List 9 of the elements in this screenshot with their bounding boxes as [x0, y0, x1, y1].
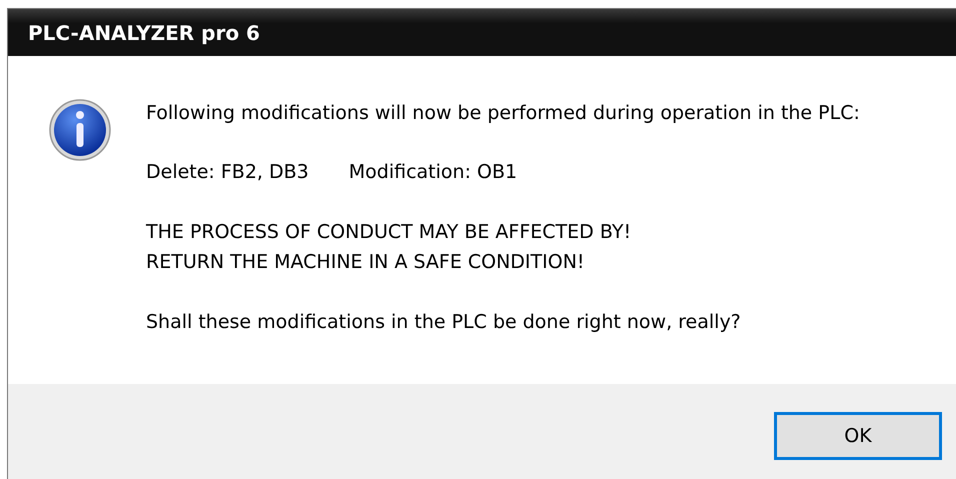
message-text: Following modifications will now be performed during operation in the PLC:	[146, 101, 860, 126]
info-icon	[48, 98, 112, 162]
warning-text: THE PROCESS OF CONDUCT MAY BE AFFECTED BY!	[146, 220, 632, 245]
ok-button[interactable]: OK	[774, 412, 942, 460]
detail-text: Delete: FB2, DB3	[146, 160, 309, 185]
question-text: Shall these modifications in the PLC be done right now, really?	[146, 310, 742, 335]
window-title: PLC-ANALYZER pro 6	[28, 20, 260, 46]
warning-text: RETURN THE MACHINE IN A SAFE CONDITION!	[146, 250, 586, 275]
detail-text: Modification: OB1	[348, 160, 518, 185]
